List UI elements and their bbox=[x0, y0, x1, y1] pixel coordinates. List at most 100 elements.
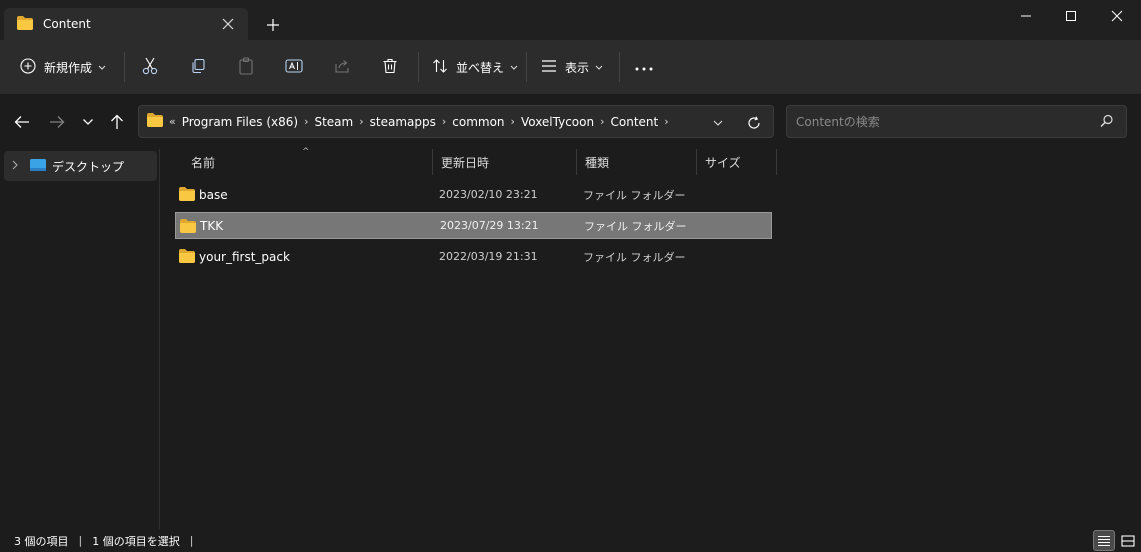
column-type-label: 種類 bbox=[585, 155, 610, 170]
delete-icon bbox=[382, 58, 398, 77]
column-header-size[interactable]: サイズ bbox=[697, 149, 777, 175]
view-icon bbox=[541, 59, 557, 76]
status-separator: | bbox=[189, 534, 194, 547]
arrow-right-icon bbox=[50, 116, 65, 128]
folder-icon bbox=[147, 113, 163, 130]
maximize-button[interactable] bbox=[1048, 0, 1094, 32]
arrow-up-icon bbox=[111, 114, 123, 129]
column-header-name[interactable]: 名前 bbox=[183, 149, 433, 175]
details-view-button[interactable] bbox=[1093, 530, 1115, 551]
folder-icon bbox=[17, 15, 33, 33]
new-tab-button[interactable] bbox=[262, 14, 284, 36]
recent-locations-button[interactable] bbox=[75, 109, 101, 135]
cut-icon bbox=[142, 57, 158, 78]
file-modified: 2023/02/10 23:21 bbox=[439, 188, 538, 201]
close-tab-icon[interactable] bbox=[220, 16, 236, 32]
file-type: ファイル フォルダー bbox=[583, 188, 686, 202]
back-button[interactable] bbox=[9, 109, 35, 135]
breadcrumb-overflow[interactable]: « bbox=[169, 115, 176, 128]
copy-icon bbox=[190, 58, 206, 77]
view-label: 表示 bbox=[565, 60, 590, 75]
file-name: base bbox=[199, 187, 228, 202]
new-label: 新規作成 bbox=[44, 60, 93, 75]
toolbar-divider bbox=[619, 52, 620, 82]
new-icon bbox=[20, 57, 36, 77]
status-separator: | bbox=[78, 534, 83, 547]
desktop-icon bbox=[30, 158, 46, 174]
column-size-label: サイズ bbox=[705, 155, 741, 170]
toolbar-divider bbox=[526, 52, 527, 82]
tiles-view-icon bbox=[1121, 534, 1135, 547]
tab-content[interactable]: Content bbox=[4, 8, 248, 40]
rename-icon bbox=[285, 58, 303, 77]
breadcrumb: « Program Files (x86) › Steam › steamapp… bbox=[169, 115, 669, 129]
chevron-right-icon[interactable] bbox=[12, 159, 18, 173]
close-window-button[interactable] bbox=[1094, 0, 1140, 32]
file-row[interactable]: your_first_pack 2022/03/19 21:31 ファイル フォ… bbox=[175, 243, 772, 270]
column-modified-label: 更新日時 bbox=[441, 155, 490, 170]
breadcrumb-item[interactable]: common bbox=[452, 115, 504, 129]
details-view-icon bbox=[1098, 535, 1110, 546]
tiles-view-button[interactable] bbox=[1117, 530, 1139, 551]
breadcrumb-item[interactable]: Steam bbox=[314, 115, 353, 129]
view-button[interactable]: 表示 bbox=[541, 52, 603, 82]
command-bar: 新規作成 並べ替え 表示 bbox=[0, 40, 1141, 95]
address-bar[interactable]: « Program Files (x86) › Steam › steamapp… bbox=[138, 105, 774, 138]
item-count: 3 個の項目 bbox=[14, 534, 69, 548]
nav-item-desktop[interactable]: デスクトップ bbox=[4, 151, 157, 181]
share-button[interactable] bbox=[328, 52, 356, 82]
search-icon[interactable] bbox=[1100, 114, 1114, 131]
search-input[interactable] bbox=[787, 114, 1087, 129]
breadcrumb-item[interactable]: VoxelTycoon bbox=[521, 115, 594, 129]
breadcrumb-item[interactable]: steamapps bbox=[370, 115, 436, 129]
column-header-modified[interactable]: 更新日時 bbox=[433, 149, 577, 175]
file-row[interactable]: base 2023/02/10 23:21 ファイル フォルダー bbox=[175, 181, 772, 208]
address-history-button[interactable] bbox=[707, 112, 729, 134]
folder-icon bbox=[179, 187, 195, 204]
cut-button[interactable] bbox=[136, 52, 164, 82]
delete-button[interactable] bbox=[376, 52, 404, 82]
chevron-down-icon bbox=[713, 120, 723, 126]
rename-button[interactable] bbox=[280, 52, 308, 82]
breadcrumb-separator[interactable]: › bbox=[664, 115, 668, 128]
paste-icon bbox=[238, 56, 254, 78]
paste-button[interactable] bbox=[232, 52, 260, 82]
breadcrumb-separator[interactable]: › bbox=[304, 115, 308, 128]
breadcrumb-separator[interactable]: › bbox=[359, 115, 363, 128]
folder-icon bbox=[180, 219, 196, 236]
navigation-pane: デスクトップ bbox=[0, 149, 160, 529]
selected-count: 1 個の項目を選択 bbox=[92, 534, 180, 548]
refresh-icon bbox=[748, 116, 760, 129]
chevron-down-icon bbox=[83, 119, 93, 125]
breadcrumb-separator[interactable]: › bbox=[511, 115, 515, 128]
breadcrumb-separator[interactable]: › bbox=[600, 115, 604, 128]
sort-button[interactable]: 並べ替え bbox=[432, 52, 518, 82]
sort-label: 並べ替え bbox=[456, 60, 505, 75]
tab-title: Content bbox=[43, 17, 91, 31]
nav-item-label: デスクトップ bbox=[52, 159, 125, 174]
column-name-label: 名前 bbox=[191, 155, 216, 170]
more-button[interactable] bbox=[632, 52, 656, 82]
file-type: ファイル フォルダー bbox=[584, 219, 687, 233]
refresh-button[interactable] bbox=[743, 112, 765, 134]
arrow-left-icon bbox=[14, 116, 29, 128]
title-bar: Content bbox=[0, 0, 1141, 40]
search-box bbox=[786, 105, 1127, 138]
file-modified: 2022/03/19 21:31 bbox=[439, 250, 538, 263]
breadcrumb-item[interactable]: Content bbox=[611, 115, 659, 129]
file-row-selected[interactable]: TKK 2023/07/29 13:21 ファイル フォルダー bbox=[175, 212, 772, 239]
minimize-button[interactable] bbox=[1003, 0, 1049, 32]
chevron-down-icon bbox=[98, 60, 106, 74]
up-button[interactable] bbox=[104, 109, 130, 135]
column-header-type[interactable]: 種類 bbox=[577, 149, 697, 175]
copy-button[interactable] bbox=[184, 52, 212, 82]
toolbar-divider bbox=[124, 52, 125, 82]
forward-button[interactable] bbox=[44, 109, 70, 135]
breadcrumb-separator[interactable]: › bbox=[442, 115, 446, 128]
folder-icon bbox=[179, 249, 195, 266]
breadcrumb-item[interactable]: Program Files (x86) bbox=[182, 115, 298, 129]
status-bar: 3 個の項目 | 1 個の項目を選択 | bbox=[0, 529, 1141, 552]
new-button[interactable]: 新規作成 bbox=[20, 52, 106, 82]
chevron-down-icon bbox=[595, 60, 603, 74]
file-name: TKK bbox=[200, 218, 224, 233]
